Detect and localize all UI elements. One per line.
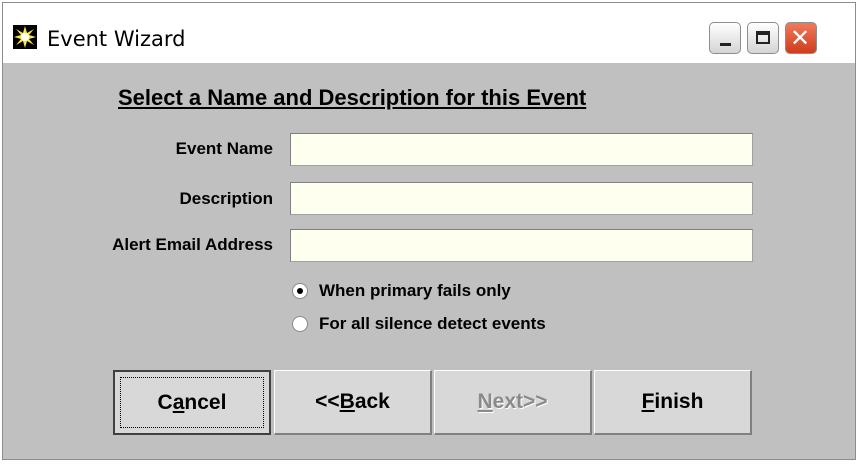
description-label: Description: [179, 189, 273, 208]
radio-all-silence-events[interactable]: For all silence detect events: [292, 312, 546, 336]
finish-label: Finish: [641, 390, 704, 413]
cancel-button[interactable]: Cancel: [113, 370, 271, 435]
window-title: Event Wizard: [47, 27, 186, 51]
radio-primary-fails[interactable]: When primary fails only: [292, 279, 511, 303]
radio-label: For all silence detect events: [319, 314, 546, 333]
minimize-icon: [720, 43, 731, 46]
radio-selected-dot: [297, 288, 303, 294]
maximize-button[interactable]: [747, 22, 779, 54]
event-name-label: Event Name: [175, 139, 273, 158]
wizard-body: Select a Name and Description for this E…: [11, 65, 847, 453]
alert-email-input[interactable]: [290, 229, 753, 262]
radio-button[interactable]: [292, 283, 308, 299]
starburst-icon: [13, 25, 37, 49]
minimize-button[interactable]: [709, 22, 741, 54]
maximize-icon: [756, 31, 770, 44]
page-heading: Select a Name and Description for this E…: [118, 85, 587, 110]
next-label: Next>>: [477, 390, 548, 413]
alert-email-label: Alert Email Address: [112, 235, 273, 254]
title-bar[interactable]: Event Wizard ✕: [3, 3, 855, 63]
close-button[interactable]: ✕: [785, 22, 817, 54]
description-input[interactable]: [290, 182, 753, 215]
event-wizard-window: Event Wizard ✕ Select a Name and Descrip…: [2, 2, 856, 460]
close-icon: ✕: [790, 24, 811, 52]
focus-rectangle: [120, 377, 264, 428]
radio-label: When primary fails only: [319, 281, 511, 300]
back-button[interactable]: <<Back: [274, 370, 432, 435]
finish-button[interactable]: Finish: [594, 370, 752, 435]
back-label: <<Back: [315, 390, 390, 413]
next-button[interactable]: Next>>: [434, 370, 592, 435]
radio-button[interactable]: [292, 316, 308, 332]
event-name-input[interactable]: [290, 133, 753, 166]
